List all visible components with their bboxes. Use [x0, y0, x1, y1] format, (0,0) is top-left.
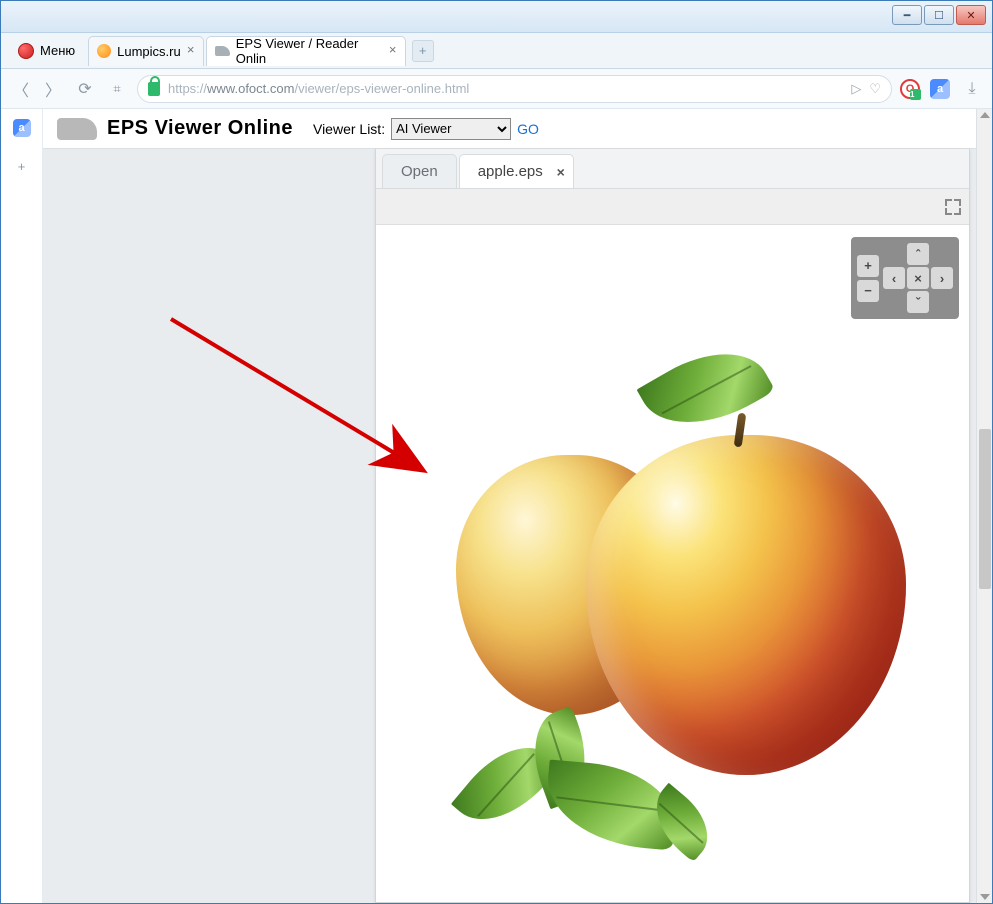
viewer-tab-open[interactable]: Open — [382, 154, 457, 188]
scrollbar-thumb[interactable] — [979, 429, 991, 589]
tab-title: Lumpics.ru — [117, 44, 181, 59]
page-header: EPS Viewer Online Viewer List: AI Viewer… — [43, 109, 976, 149]
favicon-icon — [97, 44, 111, 58]
browser-sidebar: a + — [1, 109, 43, 903]
viewer-list-label: Viewer List: — [313, 121, 385, 137]
nav-back-button[interactable]: 〈 — [9, 77, 33, 101]
sidebar-add-button[interactable]: + — [11, 155, 33, 177]
pan-left-button[interactable]: ‹ — [883, 267, 905, 289]
extension-opera-icon[interactable]: O1 — [900, 79, 920, 99]
close-icon[interactable]: × — [557, 164, 565, 180]
close-icon[interactable]: × — [184, 44, 198, 58]
spacer — [883, 291, 905, 313]
window-minimize-button[interactable]: ━ — [892, 5, 922, 25]
window-maximize-button[interactable]: ☐ — [924, 5, 954, 25]
browser-tab-lumpics[interactable]: Lumpics.ru × — [88, 36, 204, 66]
rendered-image — [416, 335, 926, 855]
speed-dial-button[interactable]: ⌗ — [105, 77, 129, 101]
viewer-tab-file[interactable]: apple.eps × — [459, 154, 574, 188]
opera-icon — [18, 43, 34, 59]
spacer — [931, 243, 953, 265]
bookmark-icon[interactable]: ♡ — [869, 81, 881, 97]
scroll-up-icon[interactable] — [980, 112, 990, 118]
pan-down-button[interactable]: ˇ — [907, 291, 929, 313]
spacer — [931, 291, 953, 313]
pan-right-button[interactable]: › — [931, 267, 953, 289]
pan-reset-button[interactable]: × — [907, 267, 929, 289]
file-viewer-panel: Open apple.eps × + − — [375, 149, 970, 903]
new-tab-button[interactable]: + — [412, 40, 434, 62]
nav-reload-button[interactable]: ⟳ — [73, 77, 97, 101]
address-bar: 〈 〉 ⟳ ⌗ https://www.ofoct.com/viewer/eps… — [1, 69, 992, 109]
window-close-button[interactable]: ✕ — [956, 5, 986, 25]
browser-tab-bar: Меню Lumpics.ru × EPS Viewer / Reader On… — [1, 33, 992, 69]
zoom-out-button[interactable]: − — [857, 280, 879, 302]
lock-icon — [148, 82, 160, 96]
sidebar-translate-button[interactable]: a — [11, 117, 33, 139]
site-logo-icon — [57, 118, 97, 140]
window-titlebar: ━ ☐ ✕ — [1, 1, 992, 33]
url-text: https://www.ofoct.com/viewer/eps-viewer-… — [168, 81, 469, 96]
downloads-button[interactable]: ⤓ — [960, 77, 984, 101]
spacer — [883, 243, 905, 265]
nav-forward-button[interactable]: 〉 — [41, 77, 65, 101]
page-content: EPS Viewer Online Viewer List: AI Viewer… — [43, 109, 976, 903]
tab-title: EPS Viewer / Reader Onlin — [236, 36, 383, 66]
pan-zoom-controls: + − ˆ ‹ × › ˇ — [851, 237, 959, 319]
viewer-list-select[interactable]: AI Viewer — [391, 118, 511, 140]
extension-translate-icon[interactable]: a — [930, 79, 950, 99]
viewer-canvas[interactable]: + − ˆ ‹ × › ˇ — [376, 225, 969, 902]
url-input[interactable]: https://www.ofoct.com/viewer/eps-viewer-… — [137, 75, 892, 103]
fullscreen-icon[interactable] — [945, 199, 961, 215]
menu-label: Меню — [40, 43, 75, 58]
viewer-tab-label: apple.eps — [478, 163, 543, 180]
go-link[interactable]: GO — [517, 121, 539, 137]
browser-tab-epsviewer[interactable]: EPS Viewer / Reader Onlin × — [206, 36, 406, 66]
opera-menu-button[interactable]: Меню — [7, 36, 86, 66]
scroll-down-icon[interactable] — [980, 894, 990, 900]
send-icon[interactable]: ▷ — [851, 81, 861, 97]
viewer-tab-label: Open — [401, 163, 438, 180]
pan-up-button[interactable]: ˆ — [907, 243, 929, 265]
close-icon[interactable]: × — [386, 44, 400, 58]
zoom-in-button[interactable]: + — [857, 255, 879, 277]
viewer-toolbar — [376, 189, 969, 225]
apple-shape — [586, 435, 906, 775]
leaf-shape — [637, 330, 776, 451]
page-title: EPS Viewer Online — [107, 117, 293, 140]
vertical-scrollbar[interactable] — [976, 109, 992, 903]
viewer-tab-bar: Open apple.eps × — [376, 149, 969, 189]
favicon-icon — [215, 46, 230, 56]
